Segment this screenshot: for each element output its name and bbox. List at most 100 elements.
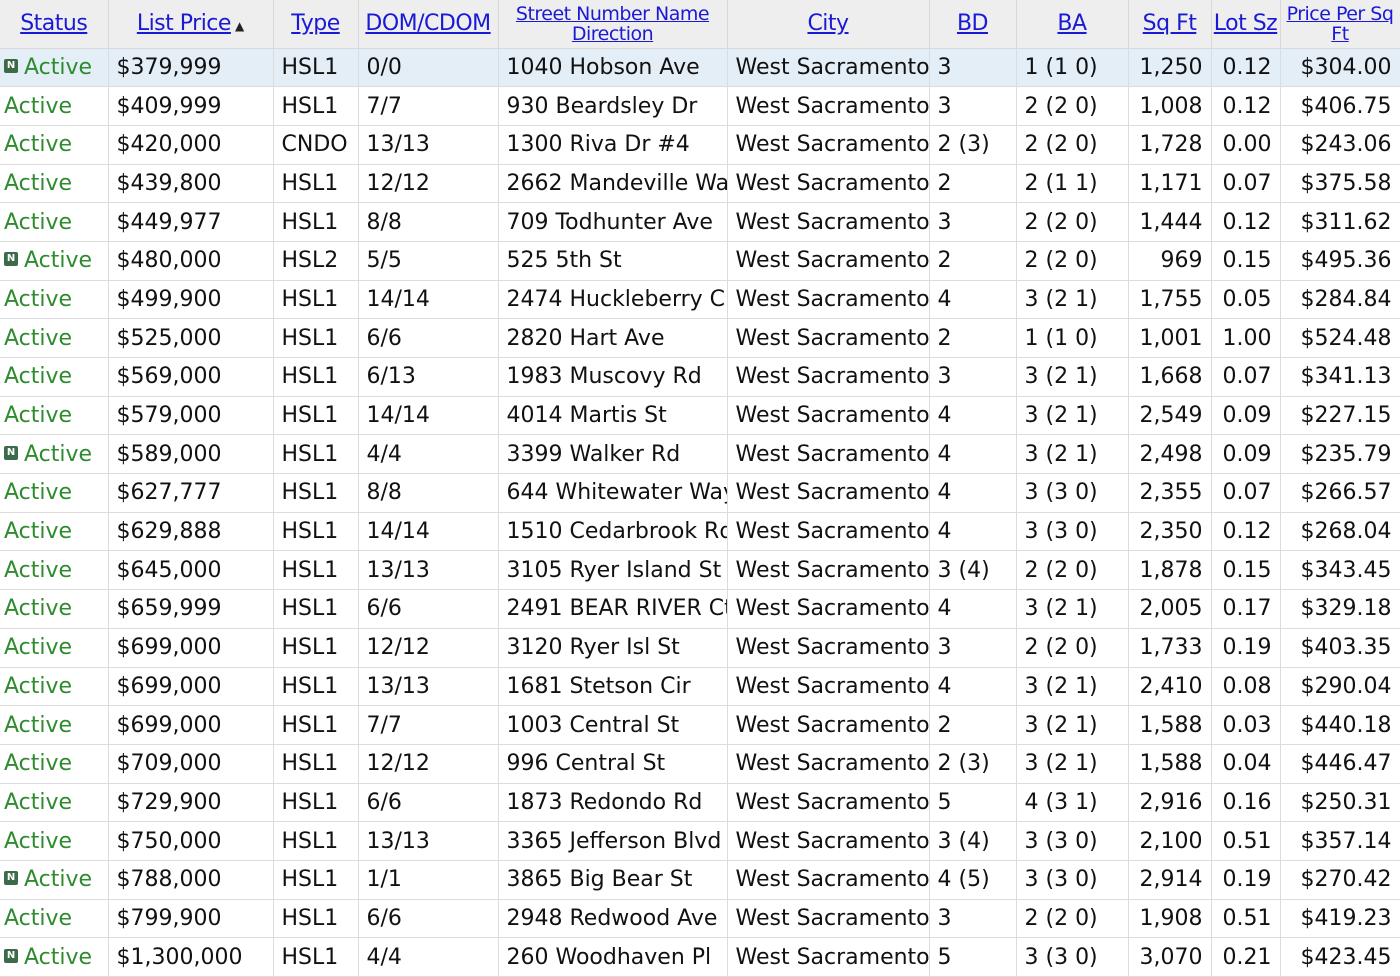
dom-cdom-cell: 13/13 [358,125,499,165]
table-row[interactable]: Active $699,000 HSL1 13/13 1681 Stetson Cir W… [0,667,1400,707]
street-cell: 1040 Hobson Ave [498,48,728,88]
ba-cell: 3 (3 0) [1016,821,1129,861]
table-row[interactable]: Active $420,000 CNDO 13/13 1300 Riva Dr #4 We… [0,125,1400,165]
price-per-sqft-text: $406.75 [1300,93,1392,119]
sort-type-link[interactable]: Type [291,11,340,36]
status-text: Active [4,519,73,545]
table-row[interactable]: Active $750,000 HSL1 13/13 3365 Jefferson Bl… [0,821,1400,861]
street-cell: 525 5th St [498,241,728,281]
street-text: 996 Central St [506,751,666,777]
ba-text: 3 (2 1) [1024,364,1098,390]
list-price-cell: $699,000 [108,667,274,707]
header-price-per-sqft: Price Per Sq Ft [1280,0,1400,49]
sort-list-price-link[interactable]: List Price [137,11,232,36]
table-row[interactable]: Active $579,000 HSL1 14/14 4014 Martis St Wes… [0,396,1400,436]
sort-city-link[interactable]: City [807,11,849,36]
type-cell: HSL1 [273,628,359,668]
price-per-sqft-cell: $268.04 [1280,512,1400,552]
street-cell: 644 Whitewater Way [498,473,728,513]
table-row[interactable]: N Active $480,000 HSL2 5/5 525 5th St West Sac… [0,241,1400,281]
city-cell: West Sacramento [727,860,930,900]
sort-sqft-link[interactable]: Sq Ft [1143,11,1197,36]
city-text: West Sacramento [735,944,929,970]
table-row[interactable]: Active $627,777 HSL1 8/8 644 Whitewater Way W… [0,473,1400,513]
lot-size-text: 0.51 [1222,905,1272,931]
status-text: Active [24,248,93,274]
type-text: HSL1 [281,596,339,622]
type-text: HSL1 [281,905,339,931]
price-per-sqft-cell: $423.45 [1280,937,1400,977]
sort-status-link[interactable]: Status [20,11,88,36]
sort-bd-link[interactable]: BD [957,11,989,36]
lot-size-text: 0.12 [1222,54,1272,80]
list-price-cell: $645,000 [108,550,274,591]
sqft-text: 1,755 [1139,286,1203,312]
table-row[interactable]: Active $409,999 HSL1 7/7 930 Beardsley Dr Wes… [0,86,1400,126]
status-text: Active [4,364,73,390]
table-row[interactable]: Active $449,977 HSL1 8/8 709 Todhunter Ave We… [0,202,1400,242]
list-price-cell: $569,000 [108,357,274,397]
table-row[interactable]: Active $699,000 HSL1 12/12 3120 Ryer Isl St W… [0,628,1400,668]
sort-price-per-sqft-link[interactable]: Price Per Sq Ft [1283,4,1398,44]
list-price-text: $799,900 [116,905,222,931]
table-row[interactable]: Active $699,000 HSL1 7/7 1003 Central St West… [0,705,1400,745]
sqft-text: 2,914 [1139,867,1203,893]
lot-size-cell: 0.12 [1211,512,1281,552]
sort-ba-link[interactable]: BA [1057,11,1087,36]
lot-size-cell: 0.15 [1211,241,1281,281]
dom-cdom-text: 1/1 [366,867,402,893]
type-text: HSL1 [281,789,339,815]
table-row[interactable]: Active $645,000 HSL1 13/13 3105 Ryer Island … [0,550,1400,591]
list-price-text: $439,800 [116,170,222,196]
table-row[interactable]: N Active $1,300,000 HSL1 4/4 260 Woodhaven Pl… [0,937,1400,977]
sort-lot-size-link[interactable]: Lot Sz [1214,11,1278,36]
lot-size-cell: 0.19 [1211,628,1281,668]
list-price-text: $699,000 [116,712,222,738]
sqft-text: 1,001 [1139,325,1203,351]
type-text: HSL1 [281,673,339,699]
city-cell: West Sacramento [727,512,930,552]
city-text: West Sacramento [735,364,929,390]
sort-dom-cdom-link[interactable]: DOM/CDOM [365,11,491,36]
type-text: HSL1 [281,54,339,80]
table-row[interactable]: Active $499,900 HSL1 14/14 2474 Huckleberry … [0,280,1400,320]
table-row[interactable]: Active $629,888 HSL1 14/14 1510 Cedarbrook R… [0,512,1400,552]
street-cell: 1300 Riva Dr #4 [498,125,728,165]
ba-text: 1 (1 0) [1024,325,1098,351]
sqft-cell: 1,668 [1128,357,1212,397]
bd-text: 4 [937,519,952,545]
price-per-sqft-text: $266.57 [1300,480,1392,506]
status-text: Active [4,596,73,622]
status-cell: Active [0,899,109,939]
status-text: Active [24,867,93,893]
table-row[interactable]: N Active $589,000 HSL1 4/4 3399 Walker Rd West… [0,434,1400,475]
table-row[interactable]: Active $569,000 HSL1 6/13 1983 Muscovy Rd Wes… [0,357,1400,397]
table-row[interactable]: Active $659,999 HSL1 6/6 2491 BEAR RIVER Ct W… [0,589,1400,629]
table-row[interactable]: Active $799,900 HSL1 6/6 2948 Redwood Ave Wes… [0,899,1400,939]
list-price-text: $525,000 [116,325,222,351]
table-row[interactable]: N Active $788,000 HSL1 1/1 3865 Big Bear St We… [0,860,1400,900]
price-per-sqft-text: $227.15 [1300,403,1392,429]
bd-cell: 5 [929,937,1017,977]
ba-cell: 3 (2 1) [1016,434,1129,475]
bd-cell: 2 [929,241,1017,281]
status-cell: Active [0,705,109,745]
header-type: Type [273,0,359,49]
table-row[interactable]: Active $709,000 HSL1 12/12 996 Central St Wes… [0,744,1400,784]
type-text: HSL2 [281,248,339,274]
bd-cell: 4 [929,280,1017,320]
bd-text: 4 (5) [937,867,990,893]
bd-text: 4 [937,441,952,467]
sort-street-link[interactable]: Street Number Name Direction [501,4,725,44]
list-price-text: $409,999 [116,93,222,119]
city-text: West Sacramento [735,403,929,429]
table-row[interactable]: N Active $379,999 HSL1 0/0 1040 Hobson Ave Wes… [0,48,1400,88]
price-per-sqft-cell: $524.48 [1280,318,1400,358]
table-row[interactable]: Active $439,800 HSL1 12/12 2662 Mandeville W… [0,164,1400,204]
bd-text: 3 (4) [937,828,990,854]
lot-size-cell: 0.08 [1211,667,1281,707]
street-text: 3399 Walker Rd [506,441,681,467]
sqft-text: 2,005 [1139,596,1203,622]
table-row[interactable]: Active $729,900 HSL1 6/6 1873 Redondo Rd West… [0,783,1400,823]
table-row[interactable]: Active $525,000 HSL1 6/6 2820 Hart Ave West S… [0,318,1400,358]
